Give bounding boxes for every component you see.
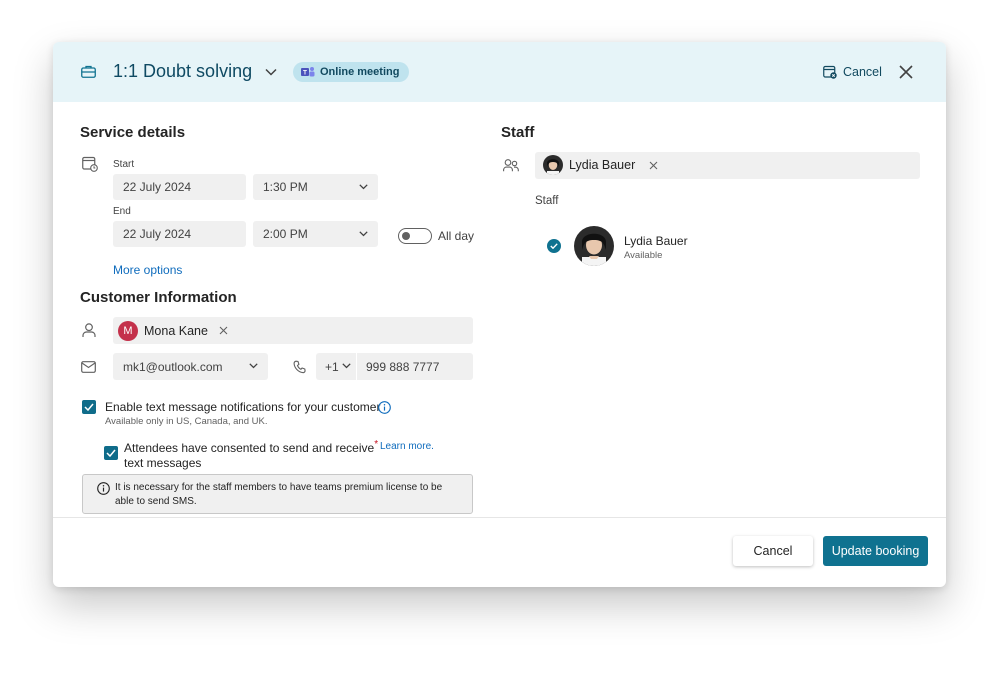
- calendar-clock-icon: [82, 156, 98, 172]
- footer-divider: [53, 517, 946, 518]
- consent-label: Attendees have consented to send and rec…: [124, 439, 378, 455]
- required-mark: *: [374, 439, 379, 450]
- booking-dialog: 1:1 Doubt solving T Online meeting Cance…: [53, 42, 946, 587]
- header-cancel-label: Cancel: [843, 65, 882, 79]
- staff-heading: Staff: [501, 124, 535, 141]
- checkmark-icon: [106, 449, 116, 457]
- email-dropdown[interactable]: mk1@outlook.com: [113, 353, 268, 380]
- person-icon: [82, 323, 96, 337]
- end-date-value: 22 July 2024: [123, 227, 192, 241]
- chevron-down-icon[interactable]: [265, 68, 277, 76]
- start-date-field[interactable]: 22 July 2024: [113, 174, 246, 200]
- online-meeting-badge: T Online meeting: [293, 62, 410, 82]
- end-time-value: 2:00 PM: [263, 227, 308, 241]
- chevron-down-icon: [359, 184, 368, 190]
- start-time-value: 1:30 PM: [263, 180, 308, 194]
- chevron-down-icon: [359, 231, 368, 237]
- staff-member-name: Lydia Bauer: [624, 234, 688, 248]
- chevron-down-icon: [249, 363, 258, 369]
- all-day-toggle[interactable]: [398, 228, 432, 244]
- dialog-header: 1:1 Doubt solving T Online meeting Cance…: [53, 42, 946, 102]
- checkmark-icon: [550, 243, 558, 249]
- staff-list-heading: Staff: [535, 195, 559, 207]
- chevron-down-icon: [342, 363, 351, 369]
- end-label: End: [113, 206, 131, 217]
- staff-avatar: [543, 155, 563, 175]
- update-booking-button[interactable]: Update booking: [823, 536, 928, 566]
- close-icon[interactable]: [899, 65, 913, 79]
- staff-chip: Lydia Bauer: [543, 155, 658, 175]
- start-date-value: 22 July 2024: [123, 180, 192, 194]
- learn-more-link[interactable]: Learn more.: [380, 441, 434, 452]
- consent-label-line2: text messages: [124, 456, 202, 470]
- service-details-heading: Service details: [80, 124, 186, 141]
- people-icon: [503, 159, 519, 172]
- header-cancel-button[interactable]: Cancel: [823, 65, 882, 79]
- info-icon: [97, 482, 110, 495]
- remove-icon[interactable]: [649, 161, 658, 170]
- staff-chip-name: Lydia Bauer: [569, 158, 636, 172]
- consent-label-line1: Attendees have consented to send and rec…: [124, 441, 375, 455]
- staff-member-photo: [574, 226, 614, 266]
- remove-icon[interactable]: [219, 326, 228, 335]
- end-date-field[interactable]: 22 July 2024: [113, 221, 246, 247]
- customer-name-field[interactable]: M Mona Kane: [113, 317, 473, 344]
- customer-avatar: M: [118, 320, 138, 341]
- start-label: Start: [113, 159, 135, 170]
- phone-input[interactable]: 999 888 7777: [357, 353, 473, 380]
- service-title: 1:1 Doubt solving: [113, 61, 253, 81]
- checkmark-icon: [84, 403, 94, 411]
- badge-label: Online meeting: [320, 66, 400, 78]
- phone-value: 999 888 7777: [366, 359, 440, 374]
- toggle-knob: [402, 231, 410, 240]
- svg-text:T: T: [303, 70, 307, 77]
- staff-member-status: Available: [624, 250, 663, 261]
- info-text: It is necessary for the staff members to…: [115, 482, 443, 507]
- info-icon[interactable]: [378, 401, 391, 414]
- customer-information-heading: Customer Information: [80, 289, 237, 306]
- sms-notifications-sub: Available only in US, Canada, and UK.: [105, 416, 268, 427]
- email-value: mk1@outlook.com: [123, 359, 223, 374]
- staff-picker-field[interactable]: Lydia Bauer: [535, 152, 920, 179]
- more-options-link[interactable]: More options: [113, 263, 182, 277]
- briefcase-icon: [81, 65, 96, 78]
- staff-selected-check[interactable]: [547, 239, 561, 253]
- sms-notifications-checkbox[interactable]: [82, 400, 96, 414]
- sms-notifications-label: Enable text message notifications for yo…: [105, 400, 381, 414]
- teams-icon: T: [301, 67, 315, 77]
- country-code-dropdown[interactable]: +1: [316, 353, 356, 380]
- end-time-dropdown[interactable]: 2:00 PM: [253, 221, 378, 247]
- sms-license-info-box: It is necessary for the staff members to…: [82, 474, 473, 514]
- start-time-dropdown[interactable]: 1:30 PM: [253, 174, 378, 200]
- customer-chip: M Mona Kane: [118, 320, 228, 341]
- calendar-cancel-icon: [823, 65, 837, 79]
- phone-icon: [293, 360, 306, 374]
- consent-checkbox[interactable]: [104, 446, 118, 460]
- mail-icon: [81, 361, 96, 373]
- all-day-label: All day: [438, 229, 475, 243]
- country-code-value: +1: [325, 359, 339, 374]
- customer-name: Mona Kane: [144, 323, 208, 338]
- cancel-button[interactable]: Cancel: [733, 536, 813, 566]
